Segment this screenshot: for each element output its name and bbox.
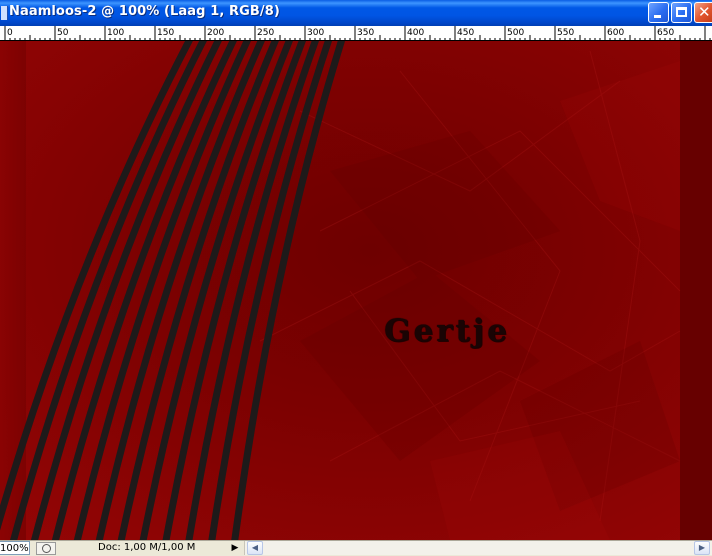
photoshop-document-window: Naamloos-2 @ 100% (Laag 1, RGB/8) ✕ 0 50 1… bbox=[0, 0, 712, 556]
ruler-label: 500 bbox=[507, 28, 524, 38]
document-size-info: Doc: 1,00 M/1,00 M bbox=[98, 542, 196, 553]
ruler-label: 550 bbox=[557, 28, 574, 38]
minimize-icon bbox=[654, 15, 661, 18]
ruler-label: 300 bbox=[307, 28, 324, 38]
ruler-label: 450 bbox=[457, 28, 474, 38]
ruler-label: 200 bbox=[207, 28, 224, 38]
horizontal-ruler[interactable]: 0 50 100 150 200 250 300 350 400 450 500 550 600 650 bbox=[0, 26, 712, 41]
ruler-label: 150 bbox=[157, 28, 174, 38]
maximize-button[interactable] bbox=[671, 2, 692, 23]
canvas-artwork bbox=[0, 41, 712, 540]
ruler-label: 100 bbox=[107, 28, 124, 38]
ruler-label: 350 bbox=[357, 28, 374, 38]
document-icon bbox=[1, 6, 8, 20]
document-info-icon[interactable] bbox=[36, 542, 56, 555]
status-bar: 100% Doc: 1,00 M/1,00 M ▶ ◀ ▶ bbox=[0, 540, 712, 556]
scroll-left-icon[interactable]: ◀ bbox=[247, 541, 263, 555]
ruler-label: 400 bbox=[407, 28, 424, 38]
ruler-label: 250 bbox=[257, 28, 274, 38]
minimize-button[interactable] bbox=[648, 2, 669, 23]
title-bar[interactable]: Naamloos-2 @ 100% (Laag 1, RGB/8) ✕ bbox=[0, 0, 712, 26]
scroll-right-icon[interactable]: ▶ bbox=[694, 541, 710, 555]
maximize-icon bbox=[676, 7, 687, 17]
ruler-label: 600 bbox=[607, 28, 624, 38]
image-canvas[interactable]: Gertje bbox=[0, 41, 712, 540]
ruler-scale: 0 50 100 150 200 250 300 350 400 450 500 550 600 650 bbox=[4, 26, 711, 40]
close-button[interactable]: ✕ bbox=[694, 2, 712, 23]
ruler-label: 50 bbox=[57, 28, 69, 38]
artwork-text-gertje: Gertje bbox=[384, 313, 510, 349]
status-menu-arrow-icon[interactable]: ▶ bbox=[229, 542, 241, 554]
ruler-label: 0 bbox=[7, 28, 13, 38]
horizontal-scrollbar[interactable]: ◀ ▶ bbox=[244, 541, 712, 555]
ruler-label: 650 bbox=[657, 28, 674, 38]
window-title: Naamloos-2 @ 100% (Laag 1, RGB/8) bbox=[9, 4, 280, 19]
zoom-level-field[interactable]: 100% bbox=[0, 541, 30, 555]
close-icon: ✕ bbox=[698, 3, 711, 21]
